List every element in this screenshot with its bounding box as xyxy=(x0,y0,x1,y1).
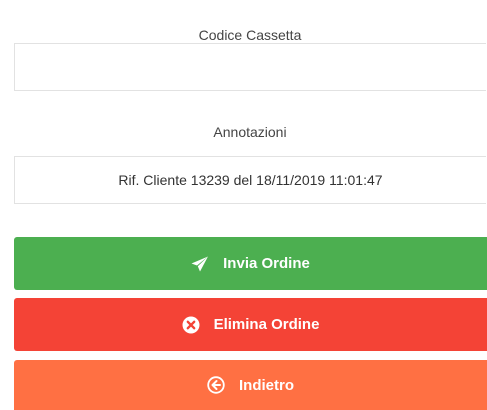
send-order-label: Invia Ordine xyxy=(223,255,310,272)
close-circle-icon xyxy=(182,316,200,334)
delete-order-button[interactable]: Elimina Ordine xyxy=(14,298,487,351)
cassetta-label: Codice Cassetta xyxy=(198,27,302,43)
back-button[interactable]: Indietro xyxy=(14,360,487,410)
paper-plane-icon xyxy=(191,256,209,272)
cassetta-input[interactable] xyxy=(14,43,486,91)
send-order-button[interactable]: Invia Ordine xyxy=(14,237,487,290)
back-label: Indietro xyxy=(239,376,294,394)
delete-order-label: Elimina Ordine xyxy=(213,316,320,333)
annotazioni-input[interactable]: Rif. Cliente 13239 del 18/11/2019 11:01:… xyxy=(14,156,486,204)
arrow-left-circle-icon xyxy=(207,376,225,394)
annotazioni-label: Annotazioni xyxy=(213,124,287,140)
